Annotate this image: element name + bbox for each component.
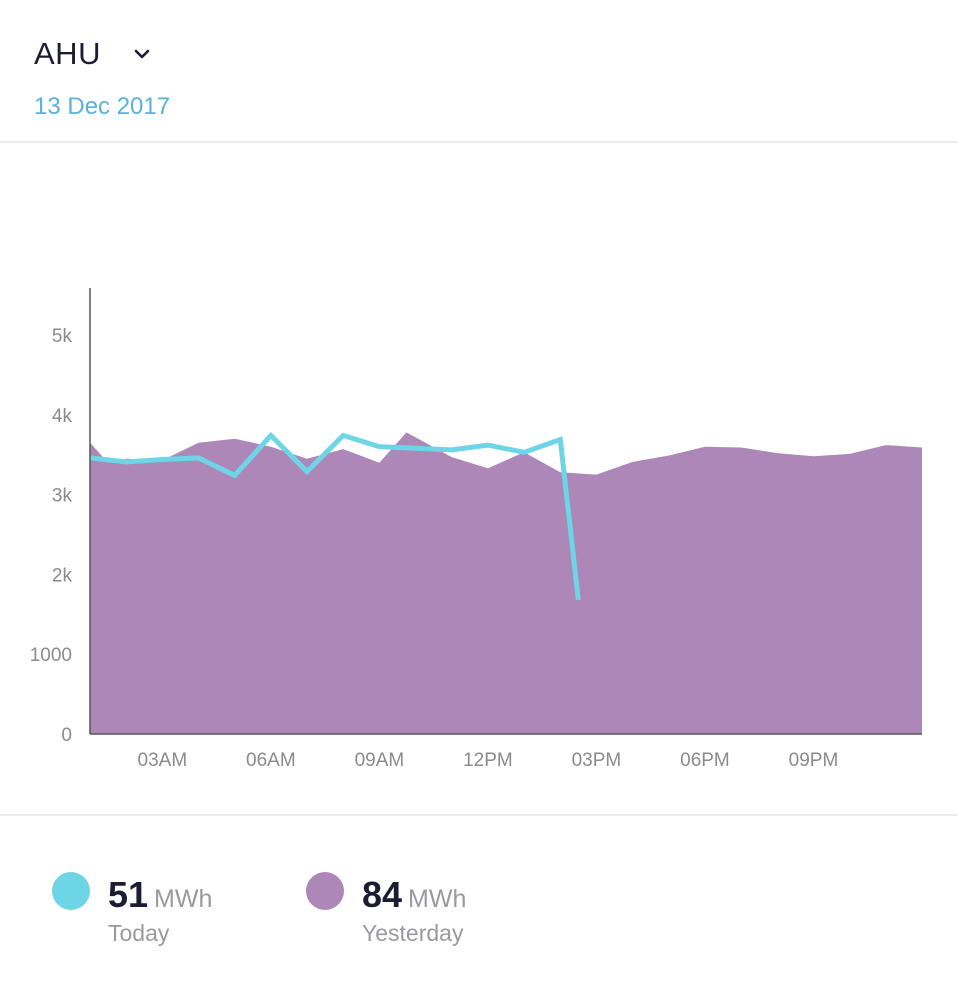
- x-tick-label: 03AM: [138, 750, 188, 771]
- yesterday-value: 84: [362, 874, 403, 915]
- yesterday-color-dot: [306, 872, 344, 910]
- today-color-dot: [52, 872, 90, 910]
- yesterday-total: 84 MWh: [362, 874, 466, 916]
- y-tick-label: 2k: [52, 565, 73, 586]
- y-tick-label: 0: [61, 725, 72, 746]
- y-tick-label: 5k: [52, 326, 73, 347]
- yesterday-unit: MWh: [408, 885, 467, 913]
- x-tick-label: 09AM: [355, 750, 405, 771]
- today-total: 51 MWh: [108, 874, 212, 916]
- yesterday-label: Yesterday: [362, 920, 464, 946]
- x-tick-label: 06AM: [246, 750, 296, 771]
- today-unit: MWh: [154, 885, 213, 913]
- y-tick-label: 1000: [30, 645, 72, 666]
- y-tick-label: 4k: [52, 406, 73, 427]
- series-area-yesterday: [90, 432, 922, 734]
- energy-chart: 0 1000 2k 3k 4k 5k 03AM 06AM 09AM 12PM 03PM 06PM 09P…: [30, 288, 922, 771]
- today-label: Today: [108, 920, 170, 946]
- x-tick-label: 06PM: [680, 750, 730, 771]
- x-tick-label: 03PM: [572, 750, 622, 771]
- x-tick-label: 09PM: [789, 750, 839, 771]
- y-tick-label: 3k: [52, 486, 73, 507]
- today-value: 51: [108, 874, 149, 915]
- legend: 51 MWh Today 84 MWh Yesterday: [0, 816, 958, 994]
- x-tick-label: 12PM: [463, 750, 513, 771]
